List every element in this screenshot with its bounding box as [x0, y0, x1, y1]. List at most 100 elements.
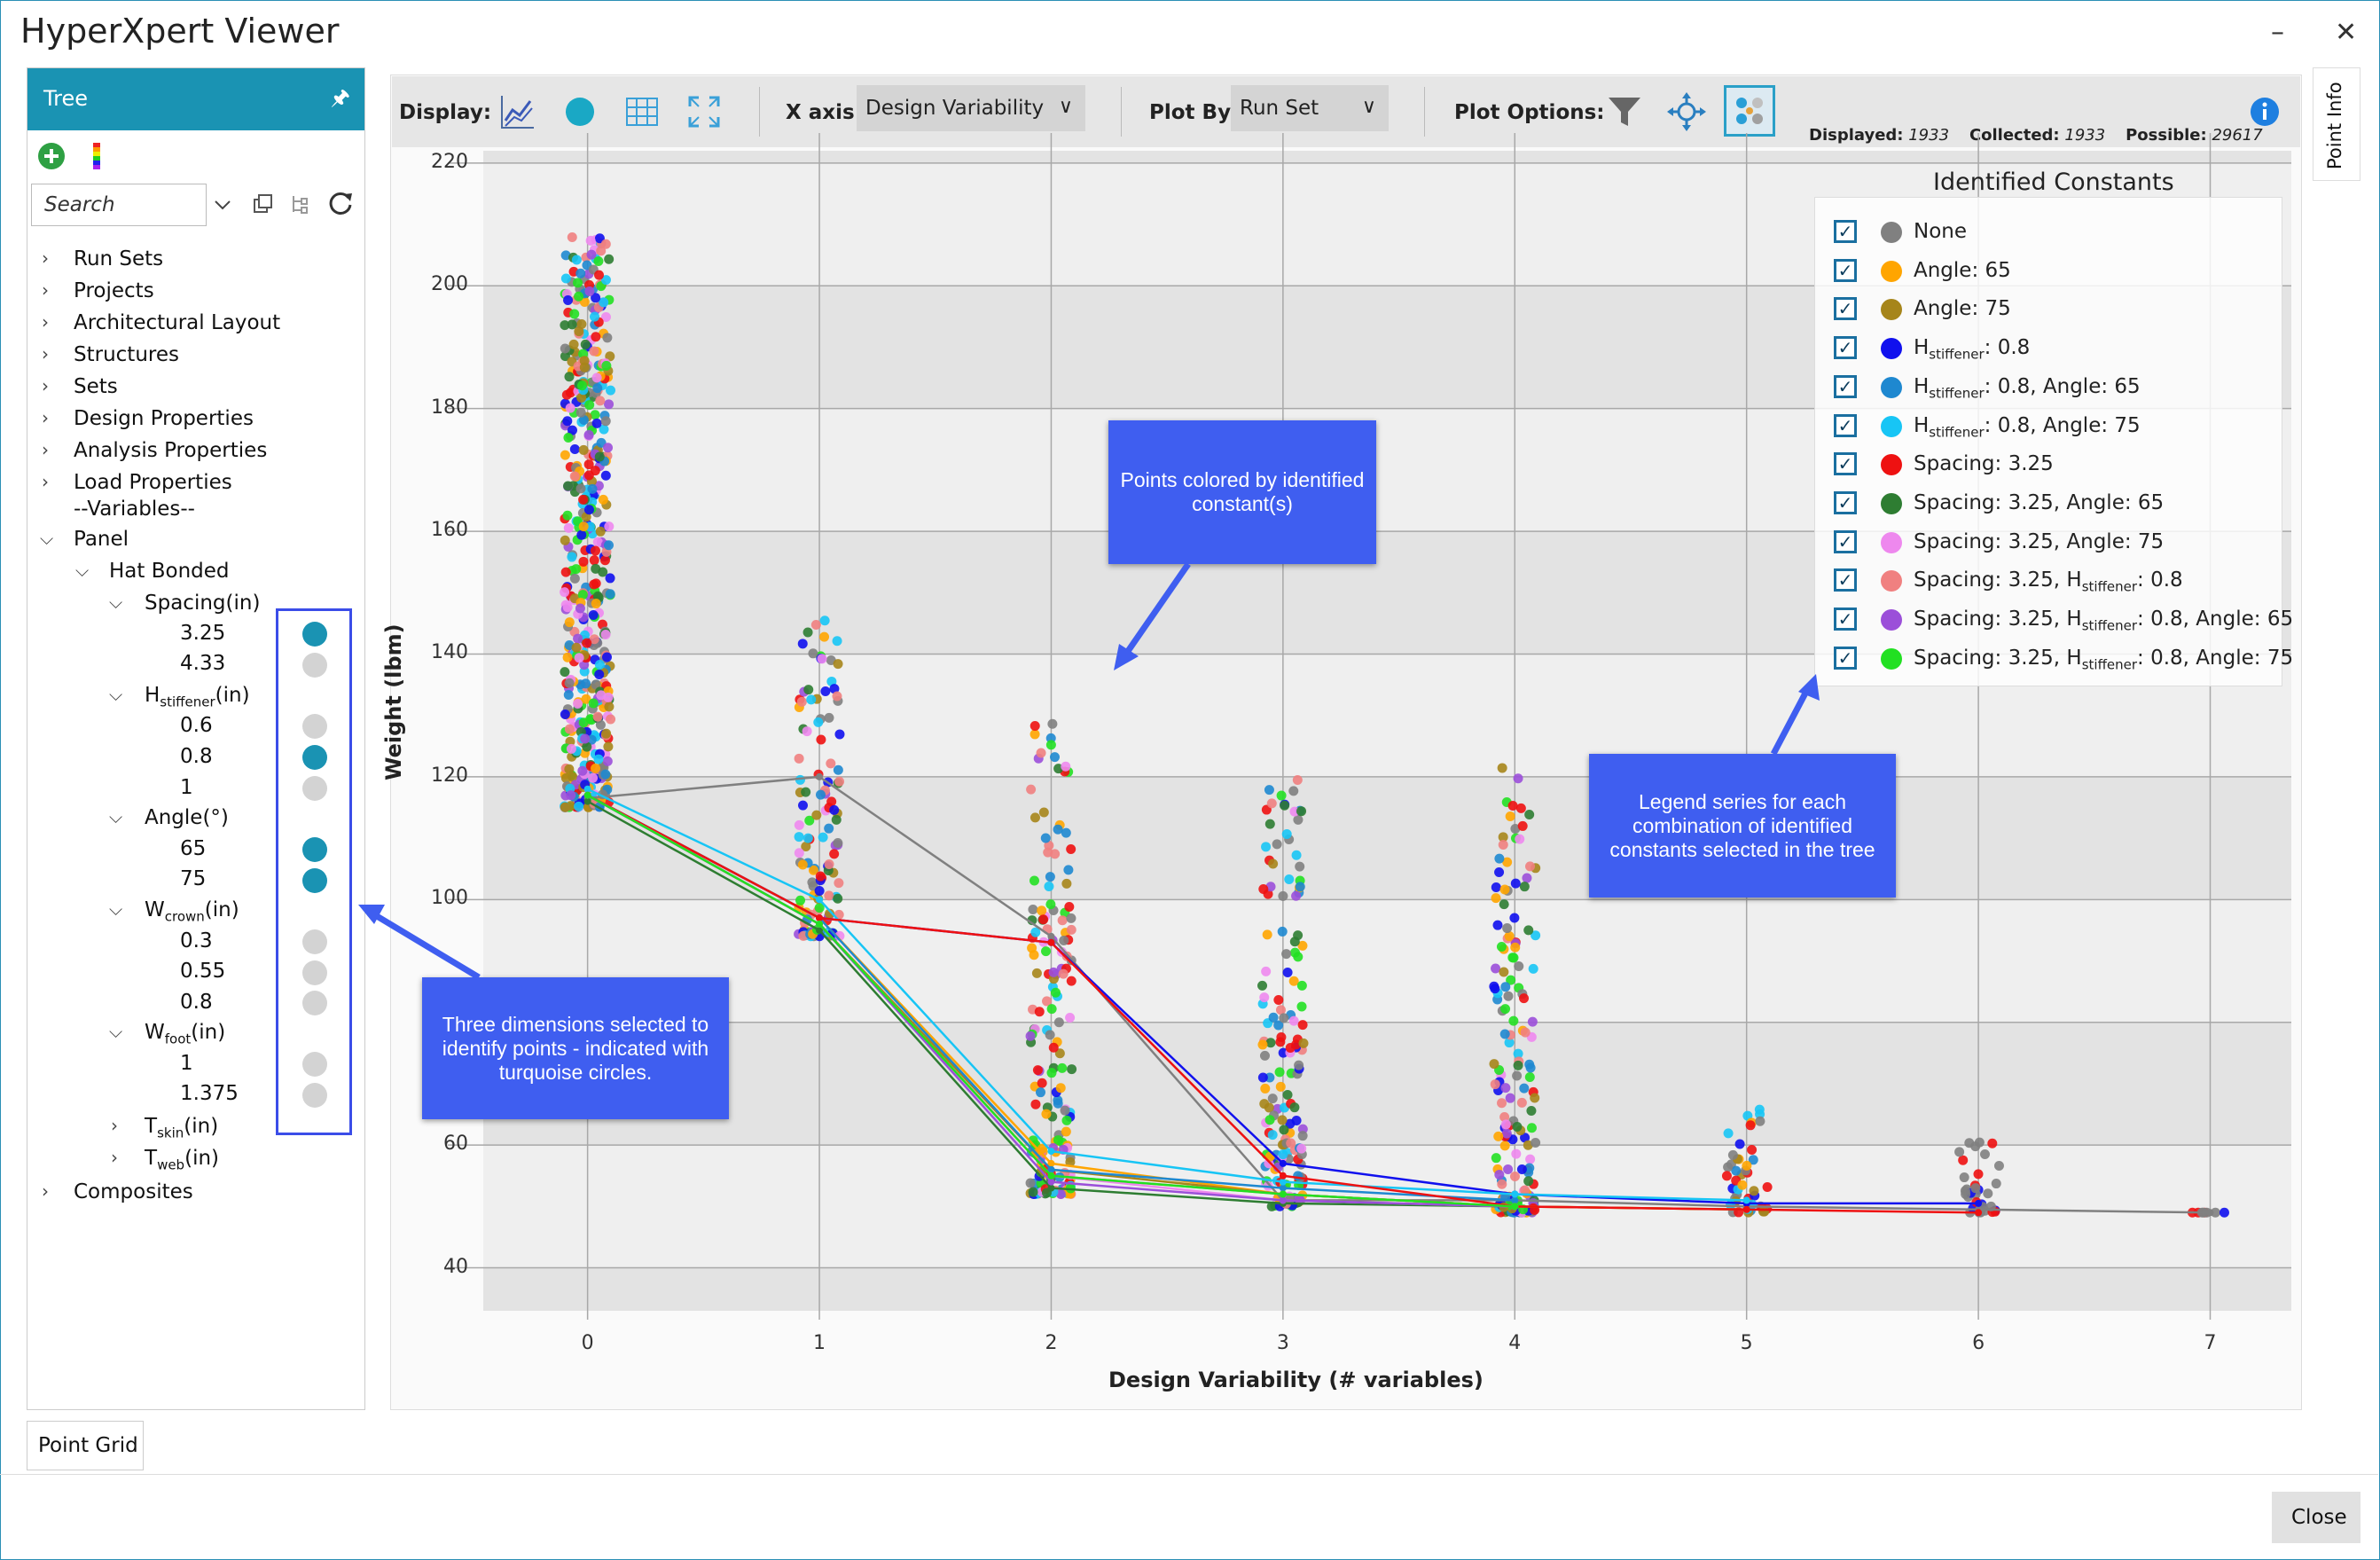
scatter-point[interactable]: [576, 529, 587, 540]
scatter-point[interactable]: [1040, 833, 1051, 843]
scatter-point[interactable]: [603, 692, 614, 702]
scatter-point[interactable]: [1489, 1059, 1499, 1070]
scatter-point[interactable]: [1281, 949, 1292, 960]
scatter-point[interactable]: [1063, 865, 1074, 875]
legend-checkbox[interactable]: ✓: [1834, 529, 1857, 553]
scatter-point[interactable]: [1279, 1125, 1289, 1135]
scatter-point[interactable]: [1525, 1062, 1536, 1073]
scatter-point[interactable]: [1499, 967, 1509, 977]
scatter-point[interactable]: [1285, 1043, 1296, 1054]
scatter-point[interactable]: [795, 895, 806, 905]
scatter-point[interactable]: [1291, 890, 1302, 901]
scatter-point[interactable]: [599, 555, 610, 566]
scatter-point[interactable]: [1259, 992, 1270, 1003]
scatter-point[interactable]: [794, 832, 804, 843]
scatter-point[interactable]: [582, 638, 592, 648]
scatter-point[interactable]: [824, 858, 834, 869]
scatter-point[interactable]: [581, 678, 591, 689]
scatter-point[interactable]: [1507, 801, 1518, 811]
scatter-point[interactable]: [1499, 1141, 1510, 1151]
scatter-point[interactable]: [833, 893, 843, 904]
scatter-point[interactable]: [591, 599, 601, 609]
scatter-point[interactable]: [1057, 915, 1068, 926]
scatter-point[interactable]: [1494, 853, 1505, 864]
scatter-point[interactable]: [562, 652, 573, 662]
scatter-point[interactable]: [1260, 1083, 1271, 1094]
scatter-point[interactable]: [1498, 839, 1508, 850]
scatter-point[interactable]: [606, 385, 616, 396]
scatter-point[interactable]: [832, 691, 842, 702]
scatter-point[interactable]: [834, 878, 844, 889]
scatter-point[interactable]: [565, 403, 575, 413]
scatter-point[interactable]: [1503, 991, 1514, 1001]
legend-checkbox[interactable]: ✓: [1834, 374, 1857, 398]
scatter-point[interactable]: [1272, 839, 1282, 850]
scatter-point[interactable]: [560, 450, 570, 460]
scatter-point[interactable]: [814, 885, 825, 896]
scatter-point[interactable]: [810, 619, 821, 630]
scatter-point[interactable]: [2219, 1207, 2229, 1218]
scatter-point[interactable]: [575, 268, 586, 278]
scatter-point[interactable]: [1742, 1160, 1752, 1171]
scatter-point[interactable]: [1515, 803, 1526, 813]
scatter-point[interactable]: [1745, 1120, 1756, 1131]
scatter-point[interactable]: [1523, 1176, 1534, 1187]
scatter-point[interactable]: [580, 733, 591, 744]
scatter-point[interactable]: [1278, 890, 1288, 901]
scatter-point[interactable]: [1509, 1172, 1520, 1182]
scatter-point[interactable]: [829, 804, 840, 815]
scatter-point[interactable]: [601, 652, 612, 662]
scatter-point[interactable]: [1045, 872, 1055, 882]
scatter-point[interactable]: [564, 372, 575, 382]
point-grid-tab[interactable]: Point Grid: [27, 1421, 144, 1470]
scatter-point[interactable]: [603, 540, 614, 551]
scatter-point[interactable]: [573, 633, 583, 644]
scatter-point[interactable]: [578, 556, 589, 567]
scatter-point[interactable]: [560, 802, 570, 812]
scatter-point[interactable]: [1517, 820, 1528, 831]
scatter-point[interactable]: [1038, 807, 1049, 818]
scatter-point[interactable]: [1754, 1104, 1765, 1115]
scatter-point[interactable]: [604, 521, 615, 532]
scatter-point[interactable]: [576, 380, 587, 391]
scatter-point[interactable]: [574, 801, 584, 811]
scatter-point[interactable]: [574, 326, 584, 337]
scatter-point[interactable]: [1491, 893, 1501, 904]
scatter-point[interactable]: [569, 573, 580, 584]
scatter-point[interactable]: [1499, 899, 1509, 910]
scatter-point[interactable]: [1267, 1130, 1278, 1141]
scatter-point[interactable]: [829, 849, 840, 859]
scatter-point[interactable]: [582, 741, 592, 752]
scatter-point[interactable]: [584, 286, 595, 296]
scatter-point[interactable]: [1041, 1109, 1052, 1119]
scatter-point[interactable]: [797, 800, 808, 811]
scatter-point[interactable]: [1515, 834, 1525, 844]
scatter-point[interactable]: [1734, 1139, 1745, 1149]
scatter-point[interactable]: [833, 837, 843, 848]
scatter-point[interactable]: [1277, 1115, 1288, 1125]
scatter-point[interactable]: [571, 255, 582, 265]
scatter-point[interactable]: [1061, 827, 1071, 838]
scatter-point[interactable]: [1282, 967, 1293, 977]
legend-checkbox[interactable]: ✓: [1834, 646, 1857, 670]
scatter-point[interactable]: [1500, 982, 1511, 992]
scatter-point[interactable]: [1060, 1105, 1070, 1116]
scatter-point[interactable]: [1762, 1182, 1773, 1193]
scatter-point[interactable]: [1053, 1098, 1063, 1109]
scatter-point[interactable]: [1973, 1169, 1984, 1180]
scatter-point[interactable]: [1066, 913, 1076, 923]
scatter-point[interactable]: [1066, 924, 1076, 935]
scatter-point[interactable]: [603, 443, 614, 453]
scatter-point[interactable]: [1723, 1162, 1734, 1172]
scatter-point[interactable]: [811, 810, 822, 820]
scatter-point[interactable]: [1505, 811, 1515, 821]
scatter-point[interactable]: [594, 270, 605, 280]
scatter-point[interactable]: [1291, 850, 1302, 860]
scatter-point[interactable]: [1508, 1015, 1519, 1026]
scatter-point[interactable]: [1264, 785, 1274, 796]
scatter-point[interactable]: [1288, 1015, 1299, 1026]
scatter-point[interactable]: [1276, 790, 1287, 801]
scatter-point[interactable]: [1036, 1087, 1046, 1098]
scatter-point[interactable]: [592, 383, 603, 394]
scatter-point[interactable]: [1065, 1013, 1076, 1023]
